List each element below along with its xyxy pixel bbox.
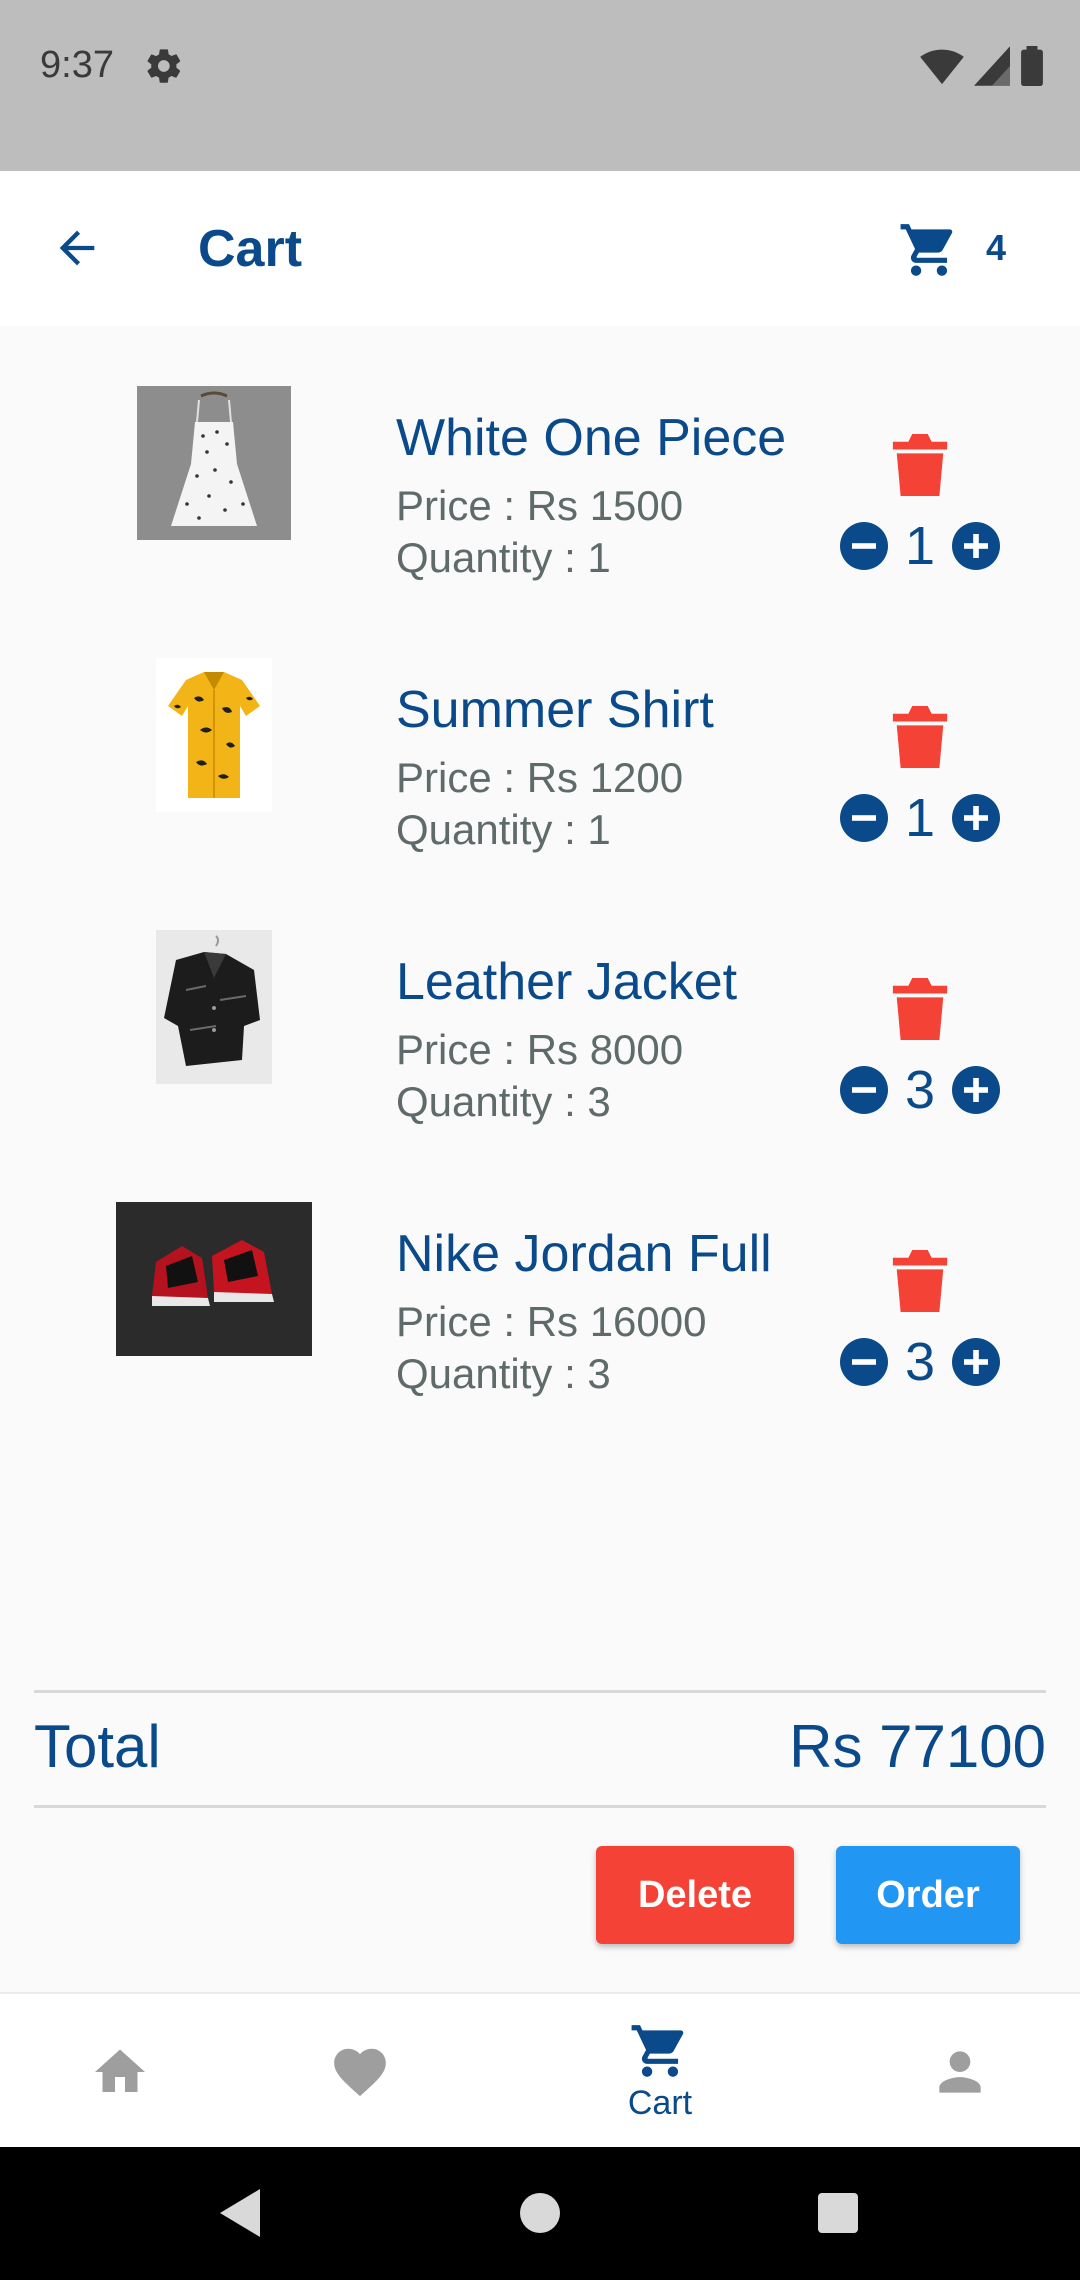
- sneakers-image: [116, 1202, 312, 1356]
- cart-count-badge: 4: [986, 227, 1007, 268]
- system-recents-icon[interactable]: [816, 2185, 860, 2241]
- nav-favorites[interactable]: [310, 1994, 410, 2149]
- yellow-shirt-image: [156, 658, 272, 812]
- decrease-quantity-icon[interactable]: [840, 1066, 888, 1114]
- item-quantity-label: Quantity : 3: [396, 1350, 611, 1397]
- product-thumbnail: [80, 658, 348, 812]
- item-name: Leather Jacket: [396, 953, 738, 1011]
- delete-item-icon[interactable]: [892, 434, 948, 496]
- app-bar: Cart 4: [0, 171, 1080, 326]
- quantity-value: 1: [904, 516, 936, 576]
- settings-gear-icon: [147, 49, 181, 83]
- battery-icon: [1021, 46, 1043, 86]
- product-thumbnail: [80, 386, 348, 540]
- bottom-navigation: Cart: [0, 1992, 1080, 2147]
- increase-quantity-icon[interactable]: [952, 1338, 1000, 1386]
- increase-quantity-icon[interactable]: [952, 1066, 1000, 1114]
- quantity-value: 1: [904, 788, 936, 848]
- delete-item-icon[interactable]: [892, 1250, 948, 1312]
- item-name: Summer Shirt: [396, 681, 714, 739]
- quantity-value: 3: [904, 1060, 936, 1120]
- quantity-stepper: 1: [840, 786, 1000, 850]
- quantity-stepper: 1: [840, 514, 1000, 578]
- cart-item: White One Piece Price : Rs 1500 Quantity…: [0, 326, 1080, 598]
- leather-jacket-image: [156, 930, 272, 1084]
- item-name: White One Piece: [396, 409, 787, 467]
- product-thumbnail: [80, 930, 348, 1084]
- divider: [34, 1805, 1046, 1808]
- cart-icon: [900, 224, 953, 276]
- divider: [34, 1690, 1046, 1693]
- cart-item: Nike Jordan Full Price : Rs 16000 Quanti…: [0, 1142, 1080, 1414]
- status-indicators: [920, 46, 1044, 86]
- status-time: 9:37: [40, 44, 114, 86]
- signal-icon: [974, 46, 1010, 86]
- nav-cart[interactable]: Cart: [600, 1994, 720, 2149]
- item-price: Price : Rs 1200: [396, 754, 684, 801]
- back-button[interactable]: [44, 215, 110, 281]
- delete-item-icon[interactable]: [892, 706, 948, 768]
- quantity-value: 3: [904, 1332, 936, 1392]
- item-price: Price : Rs 8000: [396, 1026, 684, 1073]
- page-title: Cart: [198, 220, 303, 278]
- person-icon: [939, 2050, 981, 2093]
- quantity-stepper: 3: [840, 1330, 1000, 1394]
- item-quantity-label: Quantity : 1: [396, 806, 611, 853]
- decrease-quantity-icon[interactable]: [840, 522, 888, 570]
- nav-cart-label: Cart: [627, 2084, 693, 2122]
- quantity-stepper: 3: [840, 1058, 1000, 1122]
- status-bar: 9:37: [0, 0, 1080, 171]
- cart-item: Summer Shirt Price : Rs 1200 Quantity : …: [0, 598, 1080, 870]
- delete-item-icon[interactable]: [892, 978, 948, 1040]
- item-quantity-label: Quantity : 3: [396, 1078, 611, 1125]
- item-quantity-label: Quantity : 1: [396, 534, 611, 581]
- item-price: Price : Rs 1500: [396, 482, 684, 529]
- arrow-back-icon: [59, 230, 95, 266]
- heart-icon: [334, 2048, 386, 2096]
- cart-item: Leather Jacket Price : Rs 8000 Quantity …: [0, 870, 1080, 1142]
- system-home-icon[interactable]: [518, 2185, 562, 2241]
- total-value: Rs 77100: [789, 1713, 1046, 1780]
- cart-button[interactable]: [896, 217, 962, 283]
- increase-quantity-icon[interactable]: [952, 794, 1000, 842]
- item-name: Nike Jordan Full: [396, 1225, 772, 1283]
- item-price: Price : Rs 16000: [396, 1298, 707, 1345]
- white-dress-image: [137, 386, 291, 540]
- nav-profile[interactable]: [910, 1994, 1010, 2149]
- system-back-icon[interactable]: [216, 2185, 264, 2241]
- total-label: Total: [34, 1713, 161, 1780]
- delete-button[interactable]: Delete: [596, 1846, 794, 1944]
- nav-home[interactable]: [70, 1994, 170, 2149]
- decrease-quantity-icon[interactable]: [840, 794, 888, 842]
- increase-quantity-icon[interactable]: [952, 522, 1000, 570]
- wifi-icon: [920, 49, 964, 85]
- product-thumbnail: [80, 1202, 348, 1356]
- system-navigation-bar: [0, 2147, 1080, 2280]
- order-button[interactable]: Order: [836, 1846, 1020, 1944]
- home-icon: [95, 2049, 145, 2092]
- cart-icon: [631, 2025, 684, 2077]
- decrease-quantity-icon[interactable]: [840, 1338, 888, 1386]
